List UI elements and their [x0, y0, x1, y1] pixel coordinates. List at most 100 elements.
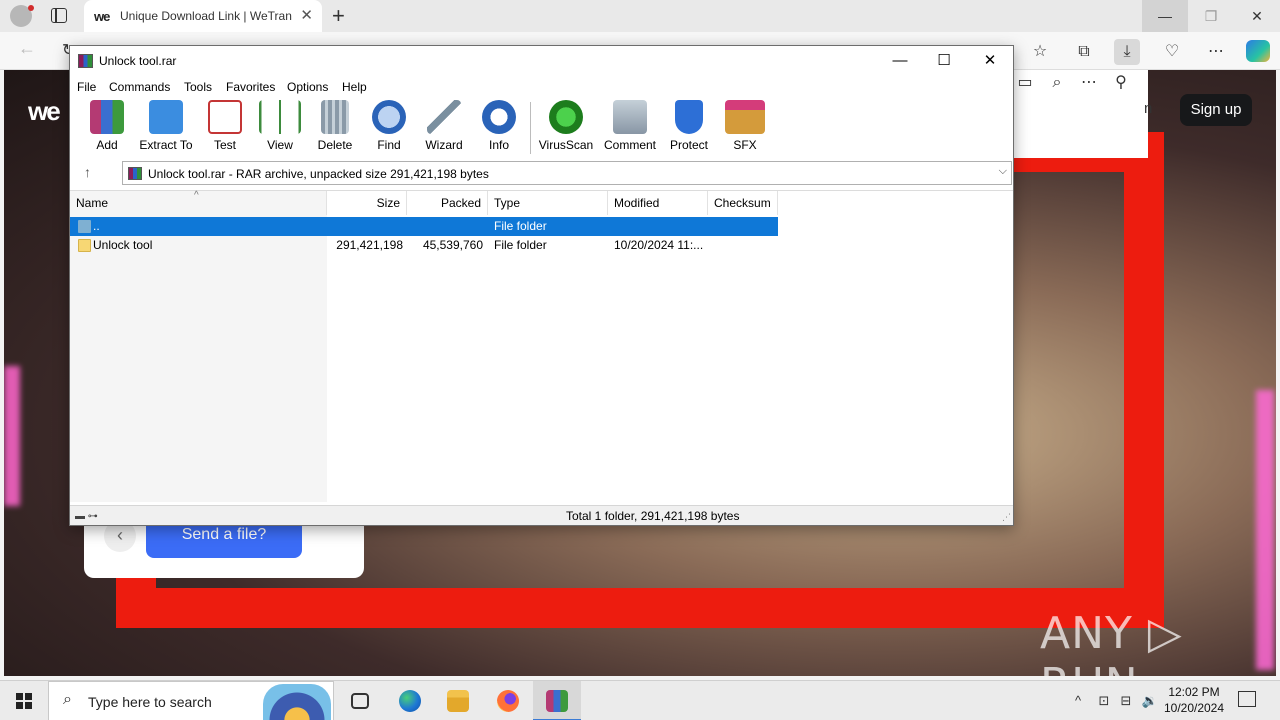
- comment-button[interactable]: Comment: [602, 100, 658, 154]
- column-packed[interactable]: Packed: [407, 191, 488, 215]
- add-label: Add: [96, 138, 118, 152]
- close-tab-icon[interactable]: ✕: [300, 6, 313, 24]
- downloads-icon[interactable]: ⤓: [1114, 39, 1140, 65]
- back-arrow-icon[interactable]: ←: [18, 38, 36, 59]
- menu-options[interactable]: Options: [287, 80, 328, 94]
- winrar-title-bar: Unlock tool.rar — ☐ ✕: [70, 46, 1013, 76]
- extract-to-button[interactable]: Extract To: [138, 100, 194, 154]
- new-tab-button[interactable]: +: [332, 3, 345, 29]
- menu-commands[interactable]: Commands: [109, 80, 170, 94]
- view-button[interactable]: View: [258, 100, 302, 154]
- delete-button[interactable]: Delete: [316, 100, 354, 154]
- column-type[interactable]: Type: [488, 191, 608, 215]
- row-type: File folder: [494, 219, 547, 233]
- column-name[interactable]: ^ Name: [70, 190, 327, 215]
- notification-dot: [28, 5, 34, 11]
- taskbar-edge[interactable]: [386, 681, 434, 720]
- sfx-button[interactable]: SFX: [724, 100, 766, 154]
- volume-icon[interactable]: 🔉: [1140, 681, 1160, 720]
- resize-grip-icon[interactable]: ⋰: [1002, 512, 1011, 523]
- row-type: File folder: [494, 238, 547, 252]
- taskbar-winrar[interactable]: [533, 681, 581, 720]
- taskbar-clock[interactable]: 12:02 PM 10/20/2024: [1158, 684, 1230, 716]
- menu-tools[interactable]: Tools: [184, 80, 212, 94]
- archive-icon: [128, 167, 142, 180]
- chevron-down-icon[interactable]: ⌵: [999, 165, 1007, 178]
- protect-icon: [675, 100, 703, 134]
- protect-button[interactable]: Protect: [668, 100, 710, 154]
- file-explorer-icon: [447, 690, 469, 712]
- row-size: 291,421,198: [336, 238, 403, 252]
- minimize-button[interactable]: —: [877, 46, 923, 76]
- folder-icon[interactable]: ▭: [1012, 70, 1038, 96]
- tab-actions-icon[interactable]: [51, 8, 67, 23]
- browser-close-button[interactable]: ✕: [1234, 0, 1280, 32]
- partial-header-button[interactable]: n: [1144, 100, 1152, 117]
- delete-icon: [321, 100, 349, 134]
- menu-help[interactable]: Help: [342, 80, 367, 94]
- window-title: Unlock tool.rar: [99, 54, 177, 68]
- anyrun-watermark: ANY ▷ RUN: [1040, 608, 1183, 676]
- column-name-label: Name: [76, 196, 109, 210]
- browser-tab[interactable]: we Unique Download Link | WeTrans ✕: [84, 0, 322, 32]
- collections-icon[interactable]: ⧉: [1071, 39, 1097, 65]
- browser-maximize-button[interactable]: ❐: [1188, 0, 1234, 32]
- row-size: [327, 217, 403, 236]
- archive-path-field[interactable]: Unlock tool.rar - RAR archive, unpacked …: [122, 161, 1012, 185]
- row-modified: 10/20/2024 11:...: [614, 238, 704, 252]
- network-icon[interactable]: ⊟: [1116, 681, 1136, 720]
- favorites-icon[interactable]: ☆: [1027, 39, 1053, 65]
- menu-file[interactable]: File: [77, 80, 96, 94]
- show-hidden-icons[interactable]: ^: [1068, 681, 1088, 720]
- extract-to-icon: [149, 100, 183, 134]
- taskbar: ⌕ Type here to search ^ ⊡ ⊟ 🔉 12:02 PM 1…: [0, 680, 1280, 720]
- browser-minimize-button[interactable]: —: [1142, 0, 1188, 32]
- more-options-icon[interactable]: ⋯: [1203, 39, 1229, 65]
- up-arrow-icon[interactable]: ↑: [84, 164, 91, 180]
- taskbar-file-explorer[interactable]: [434, 681, 482, 720]
- copilot-icon[interactable]: [1246, 40, 1270, 62]
- meet-now-icon[interactable]: ⊡: [1094, 681, 1114, 720]
- wetransfer-logo[interactable]: we: [28, 96, 61, 127]
- close-button[interactable]: ✕: [967, 46, 1013, 76]
- taskbar-search[interactable]: ⌕ Type here to search: [48, 681, 334, 720]
- add-button[interactable]: Add: [88, 100, 126, 154]
- ellipsis-icon[interactable]: ⋯: [1076, 70, 1102, 96]
- extract-to-label: Extract To: [139, 138, 193, 152]
- column-checksum[interactable]: Checksum: [708, 191, 778, 215]
- menu-bar: File Commands Tools Favorites Options He…: [70, 76, 1013, 98]
- add-icon: [90, 100, 124, 134]
- column-modified[interactable]: Modified: [608, 191, 708, 215]
- table-row[interactable]: Unlock tool 291,421,198 45,539,760 File …: [70, 236, 778, 255]
- notification-center-icon[interactable]: [1238, 691, 1256, 707]
- wizard-button[interactable]: Wizard: [424, 100, 464, 154]
- start-button[interactable]: [0, 681, 48, 720]
- taskbar-firefox[interactable]: [484, 681, 532, 720]
- winrar-window: Unlock tool.rar — ☐ ✕ File Commands Tool…: [69, 45, 1014, 526]
- status-text: Total 1 folder, 291,421,198 bytes: [566, 509, 740, 523]
- menu-favorites[interactable]: Favorites: [226, 80, 275, 94]
- comment-label: Comment: [603, 138, 656, 152]
- test-button[interactable]: Test: [206, 100, 244, 154]
- column-size[interactable]: Size: [327, 191, 407, 215]
- search-icon[interactable]: ⌕: [1044, 70, 1070, 96]
- find-icon: [372, 100, 406, 134]
- maximize-button[interactable]: ☐: [921, 46, 967, 76]
- virusscan-button[interactable]: VirusScan: [538, 100, 594, 154]
- find-label: Find: [377, 138, 401, 152]
- file-list-header: ^ Name Size Packed Type Modified Checksu…: [70, 190, 1013, 215]
- browser-tab-bar: we Unique Download Link | WeTrans ✕ + — …: [0, 0, 1280, 32]
- info-label: Info: [488, 138, 509, 152]
- status-bar: ▬ ⊶ Total 1 folder, 291,421,198 bytes ⋰: [70, 505, 1013, 525]
- delete-label: Delete: [317, 138, 353, 152]
- pin-icon[interactable]: ⚲: [1108, 70, 1134, 96]
- table-row[interactable]: .. File folder: [70, 217, 778, 236]
- virusscan-label: VirusScan: [538, 138, 594, 152]
- parent-folder-icon: [78, 220, 91, 233]
- task-view-button[interactable]: [336, 681, 384, 720]
- browser-essentials-icon[interactable]: ♡: [1159, 39, 1185, 65]
- drive-status-icon[interactable]: ▬ ⊶: [75, 511, 98, 522]
- find-button[interactable]: Find: [370, 100, 408, 154]
- info-button[interactable]: Info: [480, 100, 518, 154]
- sign-up-button[interactable]: Sign up: [1180, 94, 1252, 126]
